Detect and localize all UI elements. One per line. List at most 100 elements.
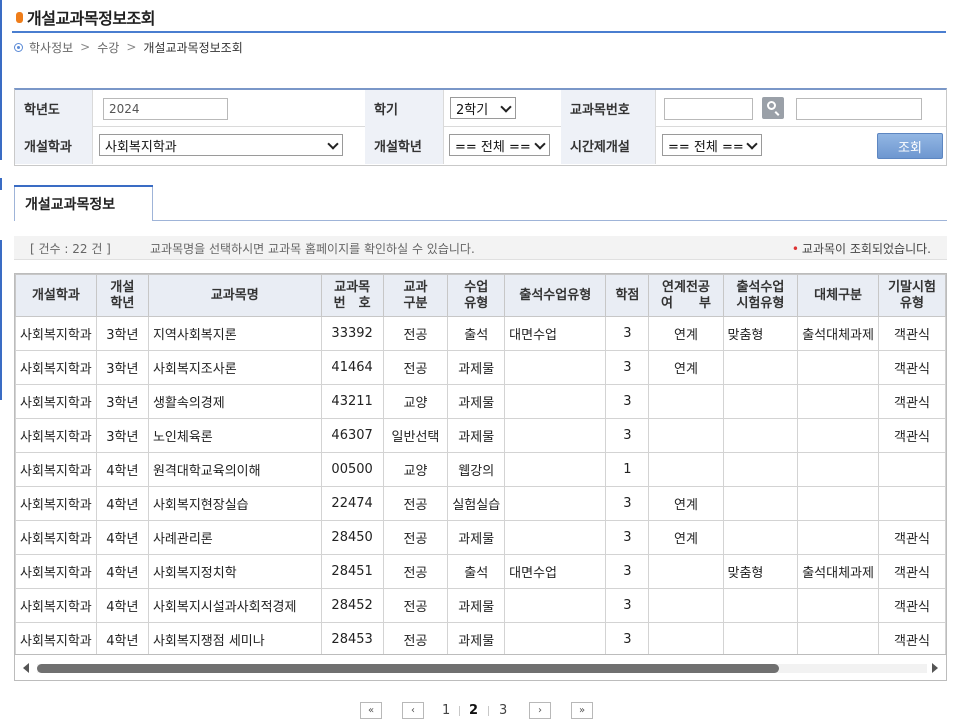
- table-row: 사회복지학과 4학년 사회복지시설과사회적경제 28452 전공 과제물 3 객관식: [15, 588, 946, 623]
- table-cell: 28453: [320, 622, 384, 654]
- title-underline: [12, 31, 946, 33]
- table-cell: [797, 418, 879, 453]
- result-count: [ 건수 : 22 건 ]: [30, 242, 111, 256]
- column-header: 교과목명: [147, 274, 322, 317]
- column-header: 학점: [605, 274, 650, 317]
- table-cell: [877, 486, 946, 521]
- first-page-button[interactable]: «: [360, 702, 382, 719]
- table-cell: 사회복지학과: [15, 486, 97, 521]
- table-header-row: 개설학과 개설 학년 교과목명 교과목 번 호 교과 구분 수업 유형 출석수업유형 학점 연계…: [15, 274, 946, 317]
- course-name-link[interactable]: 지역사회복지론: [147, 316, 322, 351]
- table-cell: 3: [605, 316, 650, 351]
- course-grid: 개설학과 개설 학년 교과목명 교과목 번 호 교과 구분 수업 유형 출석수업유형 학점 연계…: [14, 273, 947, 655]
- table-cell: [722, 588, 799, 623]
- query-button[interactable]: 조회: [877, 133, 943, 159]
- table-cell: 00500: [320, 452, 384, 487]
- course-name-link[interactable]: 노인체육론: [147, 418, 322, 453]
- table-cell: [504, 622, 607, 654]
- page-2[interactable]: 2: [469, 702, 478, 719]
- course-name-link[interactable]: 사례관리론: [147, 520, 322, 555]
- table-cell: [722, 452, 799, 487]
- course-name-link[interactable]: 사회복지정치학: [147, 554, 322, 589]
- course-name-link[interactable]: 사회복지시설과사회적경제: [147, 588, 322, 623]
- breadcrumb-mid[interactable]: 수강: [97, 39, 119, 56]
- page-1[interactable]: 1: [442, 702, 450, 719]
- grade-label: 개설학년: [365, 127, 444, 164]
- table-cell: [504, 588, 607, 623]
- table-cell: [504, 520, 607, 555]
- table-cell: 웹강의: [447, 452, 506, 487]
- table-cell: 1: [605, 452, 650, 487]
- time-select[interactable]: == 전체 ==: [662, 134, 762, 156]
- scroll-right-icon[interactable]: [932, 663, 938, 673]
- column-header: 대체구분: [797, 274, 879, 317]
- table-cell: [648, 554, 724, 589]
- course-name-link[interactable]: 원격대학교육의이해: [147, 452, 322, 487]
- table-cell: 사회복지학과: [15, 384, 97, 419]
- table-row: 사회복지학과 3학년 노인체육론 46307 일반선택 과제물 3 객관식: [15, 418, 946, 453]
- table-cell: 전공: [382, 350, 449, 385]
- table-row: 사회복지학과 3학년 지역사회복지론 33392 전공 출석 대면수업 3 연계 맞춤형 출석대체과…: [15, 316, 946, 351]
- page-3[interactable]: 3: [499, 702, 507, 719]
- table-cell: 3: [605, 418, 650, 453]
- table-cell: 과제물: [447, 350, 506, 385]
- table-cell: 실험실습: [447, 486, 506, 521]
- course-name-link[interactable]: 생활속의경제: [147, 384, 322, 419]
- search-form: 학년도 2024 학기 2학기 교과목번호 개설학과 사회복지학과 개설학년 =…: [14, 88, 947, 166]
- search-row-1: 학년도 2024 학기 2학기 교과목번호: [15, 90, 946, 127]
- course-name-input[interactable]: [796, 98, 922, 120]
- table-cell: 28450: [320, 520, 384, 555]
- table-cell: 맞춤형: [722, 554, 799, 589]
- year-input[interactable]: 2024: [103, 98, 228, 120]
- course-name-link[interactable]: 사회복지조사론: [147, 350, 322, 385]
- table-cell: 교양: [382, 452, 449, 487]
- table-cell: 출석: [447, 316, 506, 351]
- table-cell: 사회복지학과: [15, 418, 97, 453]
- table-cell: [797, 486, 879, 521]
- status-dot-icon: •: [791, 242, 799, 256]
- last-page-button[interactable]: »: [571, 702, 593, 719]
- left-frame-rail: [0, 178, 2, 190]
- table-cell: 출석대체과제: [797, 316, 879, 351]
- table-cell: 과제물: [447, 520, 506, 555]
- horizontal-scrollbar[interactable]: [14, 655, 947, 681]
- grade-select[interactable]: == 전체 ==: [449, 134, 550, 156]
- breadcrumb-home[interactable]: 학사정보: [29, 39, 73, 56]
- dept-select[interactable]: 사회복지학과: [99, 134, 343, 156]
- table-body: 사회복지학과 3학년 지역사회복지론 33392 전공 출석 대면수업 3 연계 맞춤형 출석대체과…: [15, 316, 946, 654]
- course-search-button[interactable]: [762, 97, 784, 119]
- year-label: 학년도: [15, 90, 93, 127]
- next-page-button[interactable]: ›: [529, 702, 551, 719]
- table-cell: 출석대체과제: [797, 554, 879, 589]
- course-name-link[interactable]: 사회복지쟁점 세미나: [147, 622, 322, 654]
- table-cell: 과제물: [447, 588, 506, 623]
- table-cell: 사회복지학과: [15, 452, 97, 487]
- table-row: 사회복지학과 4학년 사례관리론 28450 전공 과제물 3 연계 객관식: [15, 520, 946, 555]
- tab-course-info[interactable]: 개설교과목정보: [14, 185, 153, 221]
- course-no-input[interactable]: [664, 98, 753, 120]
- chevron-down-icon: [500, 101, 512, 113]
- scroll-left-icon[interactable]: [23, 663, 29, 673]
- table-cell: [648, 622, 724, 654]
- table-cell: 대면수업: [504, 554, 607, 589]
- prev-page-button[interactable]: ‹: [402, 702, 424, 719]
- table-cell: 4학년: [95, 588, 149, 623]
- course-name-link[interactable]: 사회복지현장실습: [147, 486, 322, 521]
- left-frame-rail: [0, 240, 2, 400]
- table-cell: 연계: [648, 486, 724, 521]
- page-separator: [488, 706, 489, 716]
- status-message-text: 교과목이 조회되었습니다.: [801, 242, 931, 256]
- column-header: 출석수업유형: [504, 274, 607, 317]
- table-cell: 객관식: [877, 588, 946, 623]
- column-header: 연계전공 여 부: [648, 274, 724, 317]
- table-cell: 전공: [382, 486, 449, 521]
- column-header: 교과 구분: [382, 274, 449, 317]
- course-no-label: 교과목번호: [561, 90, 656, 127]
- chevron-down-icon: [327, 138, 339, 150]
- scroll-thumb[interactable]: [37, 664, 779, 673]
- pagination: « ‹ 1 2 3 › »: [0, 702, 965, 720]
- semester-select[interactable]: 2학기: [450, 97, 516, 119]
- table-cell: 연계: [648, 316, 724, 351]
- table-cell: [504, 452, 607, 487]
- breadcrumb: 학사정보 > 수강 > 개설교과목정보조회: [14, 38, 243, 56]
